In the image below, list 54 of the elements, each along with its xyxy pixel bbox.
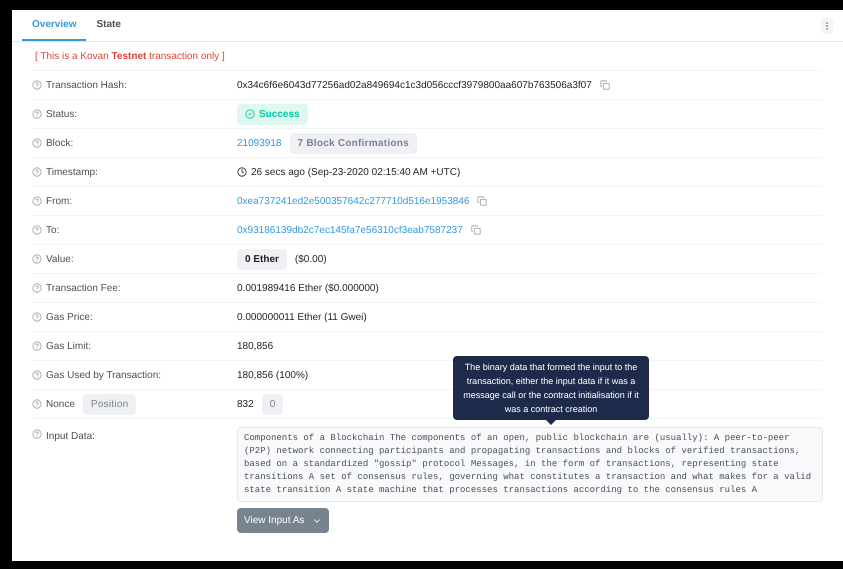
help-icon bbox=[32, 341, 42, 351]
help-icon bbox=[32, 196, 42, 206]
usd-value: ($0.00) bbox=[294, 252, 327, 266]
help-icon bbox=[32, 225, 42, 235]
tooltip: The binary data that formed the input to the transaction, either the input data if it was a message call or the contract initialisation if it was a contract creation bbox=[453, 356, 649, 420]
help-icon bbox=[32, 370, 42, 380]
field-label: Block: bbox=[46, 136, 74, 150]
timestamp-value: 26 secs ago (Sep-23-2020 02:15:40 AM +UTC) bbox=[251, 166, 460, 180]
confirmations-badge: 7 Block Confirmations bbox=[290, 132, 417, 154]
field-label: Gas Limit: bbox=[46, 340, 92, 354]
position-badge: 0 bbox=[262, 394, 284, 414]
field-value: 180,856 (100%) bbox=[237, 368, 308, 382]
nonce-value: 832 bbox=[237, 398, 254, 412]
help-icon bbox=[32, 429, 42, 439]
field-value: 0.000000011 Ether (11 Gwei) bbox=[237, 310, 367, 324]
tooltip-pointer bbox=[546, 420, 556, 425]
field-label: Status: bbox=[46, 108, 78, 122]
field-label: Gas Price: bbox=[46, 310, 93, 324]
tab[interactable]: Overview bbox=[22, 10, 86, 41]
ether-badge: 0 Ether bbox=[237, 248, 287, 270]
tab[interactable]: State bbox=[86, 10, 131, 41]
address-link[interactable]: 0x93186139db2c7ec145fa7e56310cf3eab7587237 bbox=[237, 222, 463, 238]
field-label: Value: bbox=[46, 252, 74, 266]
testnet-notice: [ This is a Kovan Testnet transaction only ] bbox=[34, 50, 226, 64]
help-icon bbox=[32, 167, 42, 177]
label-badge: Position bbox=[82, 394, 136, 414]
copy-icon[interactable] bbox=[470, 225, 481, 235]
field-label: To: bbox=[46, 224, 60, 238]
status-badge: Success bbox=[237, 104, 308, 124]
hash-value: 0x34c6f6e6043d77256ad02a849694c1c3d056cccf3979800aa607b763506a3f07 bbox=[237, 78, 592, 92]
copy-icon[interactable] bbox=[600, 80, 610, 90]
field-label: From: bbox=[46, 194, 72, 208]
more-button[interactable] bbox=[821, 18, 833, 34]
field-label: Input Data: bbox=[46, 430, 95, 444]
address-link[interactable]: 0xea737241ed2e500357642c277710d516e1953846 bbox=[237, 194, 470, 208]
help-icon bbox=[32, 109, 42, 119]
input-data-field[interactable]: Components of a Blockchain The components of an open, public blockchain are (usually): A peer-to-peer (P2P) network connecting participants and propagating transactions and blocks of verified transactions, based on a standardized "gossip" protocol Messages, in the form of transactions, representing state transitions A set of consensus rules, governing what constitutes a transaction and what makes for a valid state transition A state machine that processes transactions according to the consensus rules A bbox=[237, 427, 823, 502]
field-label: Timestamp: bbox=[46, 166, 98, 180]
clock-icon bbox=[237, 167, 247, 177]
help-icon bbox=[32, 80, 42, 90]
help-icon bbox=[32, 283, 42, 293]
copy-icon[interactable] bbox=[477, 196, 488, 206]
block-link[interactable]: 21093918 bbox=[237, 136, 282, 150]
help-icon bbox=[32, 399, 42, 409]
field-label: Nonce bbox=[46, 398, 75, 412]
help-icon bbox=[32, 312, 42, 322]
field-label: Gas Used by Transaction: bbox=[46, 368, 162, 382]
field-label: Transaction Hash: bbox=[46, 78, 127, 92]
field-value: 0.001989416 Ether ($0.000000) bbox=[237, 282, 379, 296]
field-label: Transaction Fee: bbox=[46, 282, 121, 296]
help-icon bbox=[32, 254, 42, 264]
view-input-button[interactable]: View Input As bbox=[237, 508, 330, 533]
field-value: 180,856 bbox=[237, 340, 274, 354]
help-icon bbox=[32, 138, 42, 148]
